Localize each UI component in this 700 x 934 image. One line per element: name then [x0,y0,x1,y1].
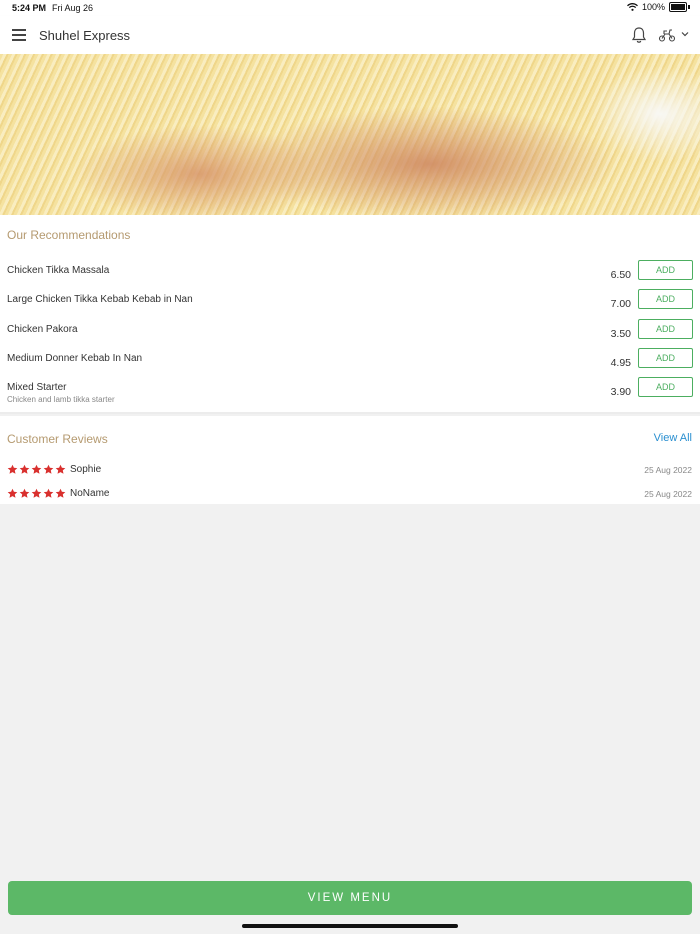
battery-icon [669,2,687,12]
scooter-icon[interactable] [658,28,676,42]
view-all-link[interactable]: View All [654,432,692,444]
home-indicator [242,924,458,928]
star-rating [7,488,66,499]
recommendations-section: Our Recommendations Chicken Tikka Massal… [0,215,700,414]
add-button[interactable]: ADD [638,377,693,397]
item-price: 3.50 [610,328,631,340]
wifi-icon [627,3,638,11]
recommendation-item: Mixed Starter Chicken and lamb tikka sta… [0,377,700,408]
review-date: 25 Aug 2022 [644,465,692,475]
star-icon [55,464,66,474]
star-icon [19,488,30,498]
item-name: Large Chicken Tikka Kebab Kebab in Nan [7,294,193,305]
star-icon [43,488,54,498]
review-date: 25 Aug 2022 [644,489,692,499]
add-button[interactable]: ADD [638,319,693,339]
bell-icon[interactable] [630,26,648,44]
add-button[interactable]: ADD [638,260,693,280]
recommendation-item: Medium Donner Kebab In Nan 4.95 ADD [0,348,700,379]
battery-percent: 100% [641,2,665,12]
item-description: Chicken and lamb tikka starter [7,395,115,404]
hamburger-menu-icon[interactable] [12,29,26,41]
recommendation-item: Chicken Tikka Massala 6.50 ADD [0,260,700,291]
star-icon [31,488,42,498]
status-date: Fri Aug 26 [52,3,94,13]
recommendation-item: Chicken Pakora 3.50 ADD [0,319,700,350]
chevron-down-icon[interactable] [680,30,690,38]
reviewer-name: Sophie [70,464,102,475]
add-button[interactable]: ADD [638,348,693,368]
item-price: 7.00 [610,298,631,310]
star-icon [7,488,18,498]
item-name: Medium Donner Kebab In Nan [7,353,143,364]
app-title: Shuhel Express [39,28,131,43]
status-right: 100% [627,2,690,12]
hero-food-image [0,54,700,215]
item-price: 4.95 [610,357,631,369]
star-icon [7,464,18,474]
item-price: 3.90 [610,386,631,398]
battery-nub [688,5,690,9]
star-icon [19,464,30,474]
star-icon [55,488,66,498]
item-name: Chicken Tikka Massala [7,265,110,276]
star-icon [31,464,42,474]
reviews-title: Customer Reviews [7,432,108,446]
status-time: 5:24 PM [12,3,47,13]
reviews-section: Customer Reviews View All Sophie 25 Aug … [0,416,700,504]
star-rating [7,464,66,475]
item-price: 6.50 [610,269,631,281]
add-button[interactable]: ADD [638,289,693,309]
star-icon [43,464,54,474]
top-app-bar: Shuhel Express [0,16,700,54]
review-row: NoName 25 Aug 2022 [0,488,700,504]
review-row: Sophie 25 Aug 2022 [0,464,700,480]
recommendation-item: Large Chicken Tikka Kebab Kebab in Nan 7… [0,289,700,320]
status-bar: 5:24 PM Fri Aug 26 100% [0,0,700,16]
view-menu-button[interactable]: VIEW MENU [8,881,692,915]
item-name: Mixed Starter [7,382,67,393]
item-name: Chicken Pakora [7,324,78,335]
reviewer-name: NoName [70,488,110,499]
recommendations-title: Our Recommendations [7,228,131,242]
